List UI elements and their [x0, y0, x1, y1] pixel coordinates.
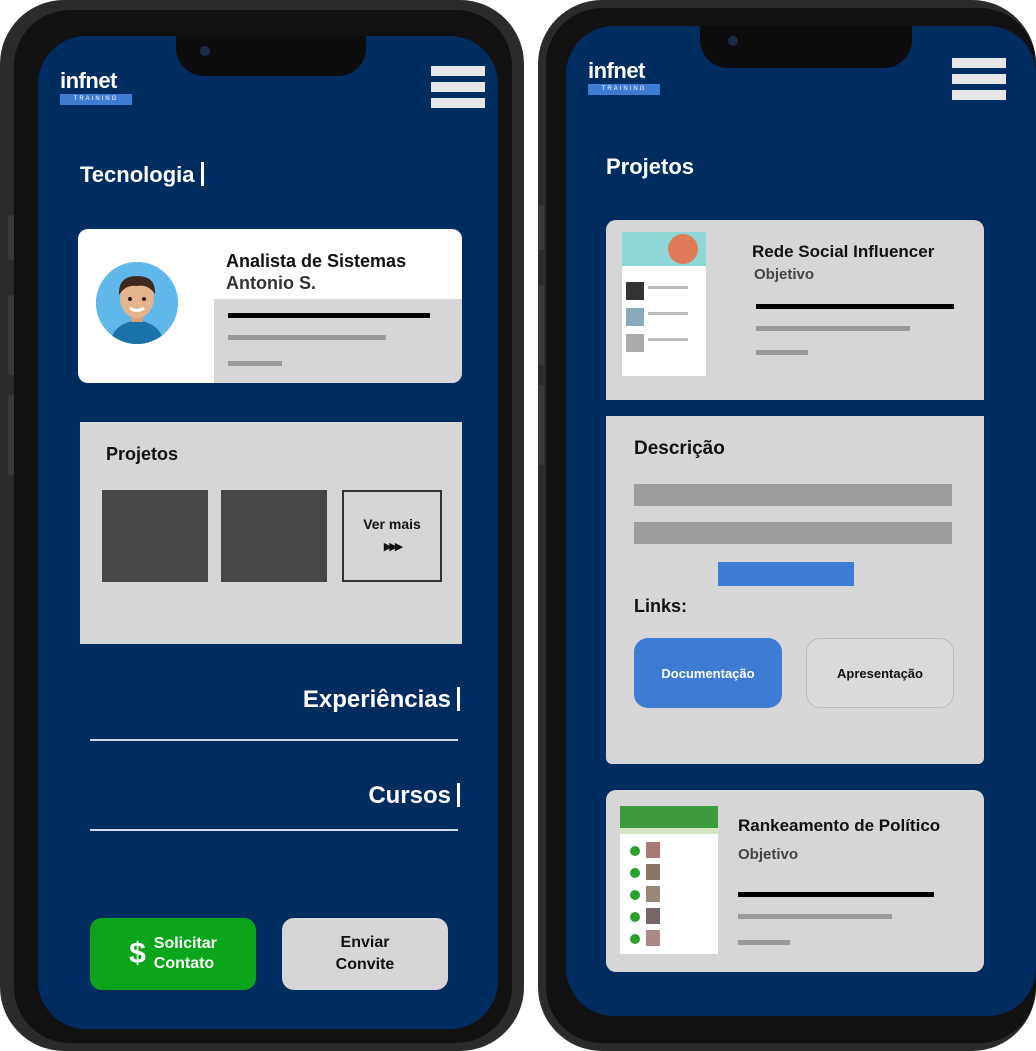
project-screenshot [620, 806, 718, 954]
documentation-button[interactable]: Documentação [634, 638, 782, 708]
hamburger-menu-icon[interactable] [431, 66, 485, 108]
divider [90, 739, 458, 741]
infnet-logo[interactable]: infnet TRAINING [60, 70, 132, 105]
profile-role: Analista de Sistemas [226, 251, 407, 271]
infnet-logo[interactable]: infnet TRAINING [588, 60, 660, 95]
logo-word: infnet [588, 58, 645, 83]
phone-side-button [538, 205, 544, 250]
avatar [96, 262, 178, 344]
project1-subtitle: Objetivo [754, 266, 815, 283]
see-more-label: Ver mais [363, 516, 421, 532]
courses-label: Cursos [368, 782, 451, 809]
forward-arrows-icon: ▶▶▶ [383, 541, 403, 553]
project-card-rede-social[interactable]: Rede Social Influencer Objetivo [606, 220, 984, 400]
section-title: Projetos [606, 154, 695, 179]
profile-card-info-area [214, 299, 462, 383]
placeholder-line [756, 304, 954, 309]
projects-panel-title: Projetos [106, 444, 179, 464]
project-screenshot [622, 232, 706, 376]
placeholder-line [738, 914, 892, 919]
notch [176, 36, 366, 76]
request-contact-button[interactable]: $ Solicitar Contato [90, 918, 256, 990]
right-phone-frame: infnet TRAINING Projetos Rede Social Inf… [538, 0, 1036, 1051]
right-screen: infnet TRAINING Projetos Rede Social Inf… [566, 26, 1036, 1016]
notch [700, 26, 912, 68]
placeholder-line [756, 326, 910, 331]
project2-subtitle: Objetivo [738, 846, 799, 863]
placeholder-line [228, 361, 282, 366]
person-avatar-icon [96, 262, 178, 344]
left-screen: infnet TRAINING Tecnologia Analista de S… [38, 36, 498, 1029]
request-contact-line2: Contato [153, 955, 215, 972]
project-card-rankeamento[interactable]: Rankeamento de Político Objetivo [606, 790, 984, 972]
camera-icon [200, 46, 210, 56]
project-thumbnail[interactable] [221, 490, 327, 582]
send-invite-line1: Enviar [340, 934, 390, 951]
placeholder-line [738, 892, 934, 897]
placeholder-line [228, 335, 386, 340]
camera-icon [728, 36, 738, 46]
dollar-icon: $ [129, 937, 146, 970]
courses-link[interactable]: Cursos [188, 782, 460, 810]
experiences-label: Experiências [302, 686, 451, 713]
description-title: Descrição [634, 438, 725, 459]
request-contact-line1: Solicitar [153, 935, 217, 952]
links-title: Links: [634, 596, 688, 616]
left-phone-frame: infnet TRAINING Tecnologia Analista de S… [0, 0, 524, 1051]
project2-title: Rankeamento de Político [738, 816, 941, 835]
placeholder-line [756, 350, 808, 355]
logo-word: infnet [60, 68, 117, 93]
phone-side-button [538, 385, 544, 465]
see-more-button[interactable]: Ver mais ▶▶▶ [342, 490, 442, 582]
placeholder-line [228, 313, 430, 318]
phone-side-button [538, 285, 544, 365]
accent-bar [718, 562, 854, 586]
placeholder-bar [634, 484, 952, 506]
send-invite-button[interactable]: Enviar Convite [282, 918, 448, 990]
presentation-button[interactable]: Apresentação [806, 638, 954, 708]
project1-title: Rede Social Influencer [752, 242, 935, 261]
hamburger-menu-icon[interactable] [952, 58, 1006, 100]
profile-name: Antonio S. [226, 273, 316, 293]
section-title-text: Tecnologia [80, 162, 195, 187]
experiences-link[interactable]: Experiências [188, 686, 460, 714]
logo-tag: TRAINING [588, 84, 660, 95]
projects-panel: Projetos Ver mais ▶▶▶ [80, 422, 462, 644]
section-title: Tecnologia [80, 162, 204, 188]
send-invite-line2: Convite [335, 956, 395, 973]
placeholder-line [738, 940, 790, 945]
project-thumbnail[interactable] [102, 490, 208, 582]
divider [90, 829, 458, 831]
placeholder-bar [634, 522, 952, 544]
description-panel: Descrição Links: Documentação Apresentaç… [606, 416, 984, 764]
logo-tag: TRAINING [60, 94, 132, 105]
profile-card[interactable]: Analista de Sistemas Antonio S. [78, 229, 462, 383]
